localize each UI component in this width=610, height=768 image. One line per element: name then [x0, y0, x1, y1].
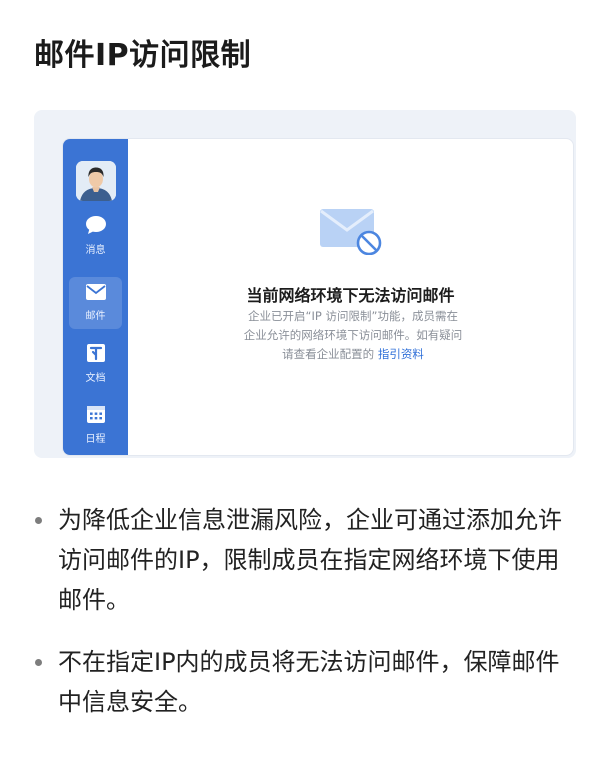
- bullet-dot: [35, 517, 42, 524]
- avatar[interactable]: [76, 161, 116, 201]
- empty-state-description: 企业已开启“IP 访问限制”功能，成员需在: [248, 309, 458, 323]
- empty-state-description: 企业允许的网络环境下访问邮件。如有疑问: [243, 328, 463, 342]
- bullet-list: 为降低企业信息泄漏风险，企业可通过添加允许访问邮件的IP，限制成员在指定网络环境…: [34, 500, 579, 722]
- page-title: 邮件IP访问限制: [34, 38, 252, 73]
- bullet-dot: [35, 659, 42, 666]
- empty-state-description: 请查看企业配置的 指引资料: [208, 345, 498, 364]
- list-item: 不在指定IP内的成员将无法访问邮件，保障邮件中信息安全。: [34, 642, 579, 722]
- list-item-text: 为降低企业信息泄漏风险，企业可通过添加允许访问邮件的IP，限制成员在指定网络环境…: [58, 506, 562, 614]
- sidebar: 消息 邮件 文档 日程: [63, 139, 128, 455]
- sidebar-item-label: 邮件: [85, 311, 106, 322]
- preview-card: 消息 邮件 文档 日程 当前网络环境下无法访问邮件 企业已开启“IP 访问限制”…: [34, 110, 576, 458]
- sidebar-item-label: 文档: [85, 373, 106, 384]
- sidebar-item-label: 消息: [85, 245, 106, 256]
- empty-state-description-prefix: 请查看企业配置的: [282, 347, 378, 361]
- document-icon: [86, 344, 105, 362]
- chat-bubble-icon: [85, 216, 106, 234]
- sidebar-item-calendar[interactable]: 日程: [69, 400, 122, 452]
- guide-link[interactable]: 指引资料: [378, 347, 424, 361]
- avatar-image: [76, 161, 116, 201]
- empty-state-title: 当前网络环境下无法访问邮件: [246, 286, 455, 305]
- sidebar-item-label: 日程: [85, 434, 106, 445]
- calendar-icon: [86, 406, 105, 423]
- list-item-text: 不在指定IP内的成员将无法访问邮件，保障邮件中信息安全。: [58, 648, 560, 716]
- mail-blocked-icon: [320, 209, 382, 255]
- empty-state: 当前网络环境下无法访问邮件 企业已开启“IP 访问限制”功能，成员需在 企业允许…: [128, 139, 573, 455]
- list-item: 为降低企业信息泄漏风险，企业可通过添加允许访问邮件的IP，限制成员在指定网络环境…: [34, 500, 579, 620]
- sidebar-item-messages[interactable]: 消息: [69, 211, 122, 263]
- app-window-preview: 消息 邮件 文档 日程 当前网络环境下无法访问邮件 企业已开启“IP 访问限制”…: [62, 138, 574, 456]
- sidebar-item-docs[interactable]: 文档: [69, 339, 122, 391]
- mail-icon: [85, 284, 106, 300]
- sidebar-item-mail[interactable]: 邮件: [69, 277, 122, 329]
